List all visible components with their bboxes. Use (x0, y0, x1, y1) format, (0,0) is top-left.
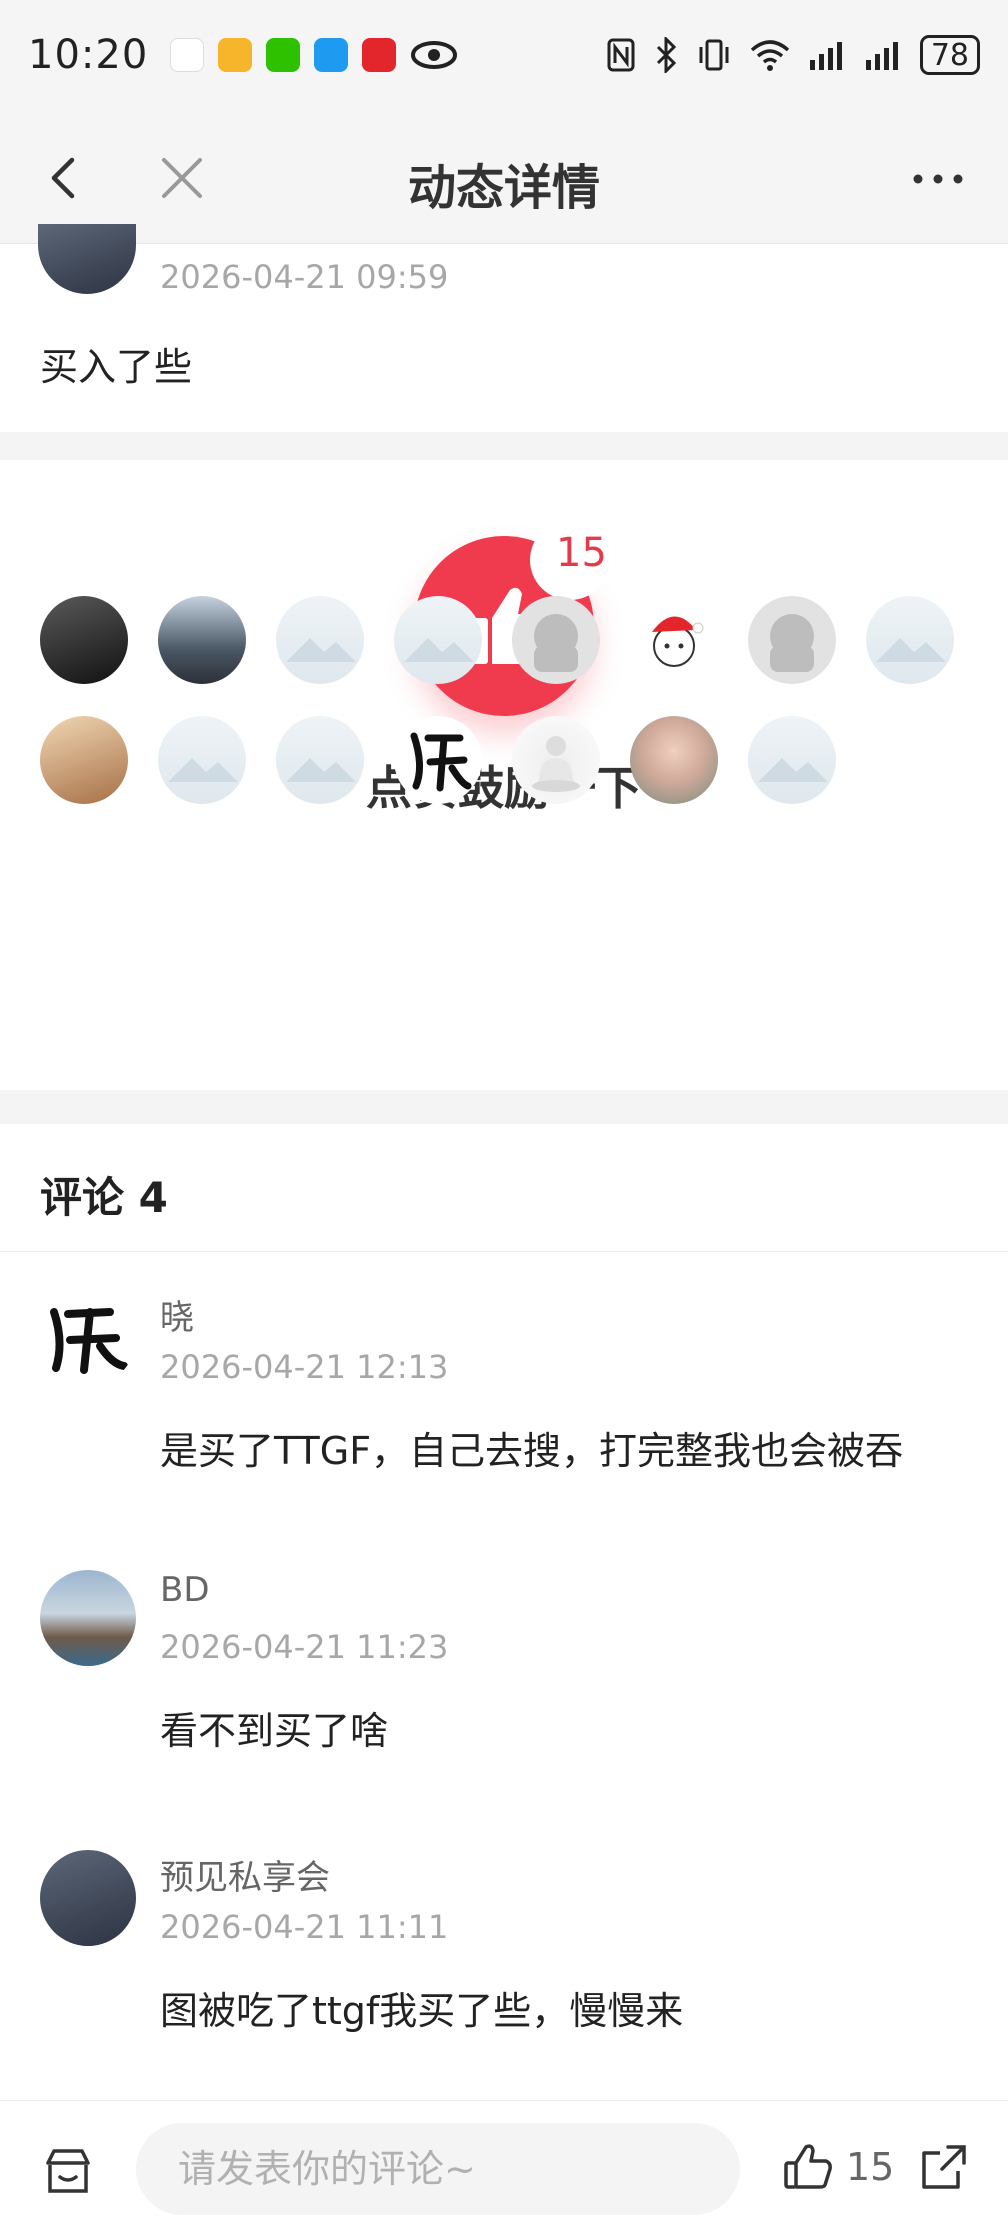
comment-author[interactable]: 晓 (160, 1290, 194, 1339)
page-title: 动态详情 (407, 160, 600, 216)
status-time: 10:20 (28, 32, 149, 78)
liker-avatar[interactable] (158, 716, 246, 804)
liker-avatar[interactable] (394, 716, 482, 804)
more-horizontal-icon[interactable] (908, 154, 968, 204)
store-icon[interactable] (40, 2143, 96, 2199)
liker-avatar[interactable] (394, 596, 482, 684)
section-divider (0, 432, 1008, 460)
wechat-app-icon (266, 38, 301, 72)
image-placeholder-icon (404, 638, 474, 662)
image-placeholder-icon (286, 638, 356, 662)
section-divider (0, 1090, 1008, 1124)
comments-title: 评论 4 (40, 1173, 168, 1222)
liker-avatar[interactable] (40, 596, 128, 684)
eye-icon (411, 41, 458, 69)
comment-author[interactable]: BD (160, 1570, 210, 1610)
like-count: 15 (846, 2145, 895, 2189)
liker-avatar[interactable] (276, 716, 364, 804)
default-avatar-icon (534, 614, 578, 672)
signal-icon (865, 42, 898, 70)
santa-avatar-icon (652, 616, 704, 667)
liker-avatar[interactable] (512, 716, 600, 804)
liker-avatar[interactable] (866, 596, 954, 684)
comments-header: 评论 4 (0, 1124, 1008, 1252)
avatar[interactable] (40, 1850, 136, 1946)
thumbs-up-icon[interactable] (782, 2141, 834, 2193)
comment-text: 是买了TTGF，自己去搜，打完整我也会被吞 (160, 1429, 904, 1473)
signal-icon (809, 42, 842, 70)
default-avatar-icon (770, 614, 814, 672)
image-placeholder-icon (758, 758, 828, 782)
status-bar: 10:20 78 (0, 0, 1008, 110)
post-card: 2026-04-21 09:59 买入了些 (0, 224, 1008, 432)
liker-avatar[interactable] (512, 596, 600, 684)
calligraphy-avatar-icon (410, 732, 472, 792)
audio-app-icon (170, 38, 205, 72)
post-time: 2026-04-21 09:59 (160, 258, 449, 296)
comment-author[interactable]: 预见私享会 (160, 1850, 330, 1899)
comment-time: 2026-04-21 12:13 (160, 1348, 449, 1386)
nav-bar: 动态详情 (0, 110, 1008, 244)
vibrate-icon (699, 39, 729, 71)
comment-item: BD 2026-04-21 11:23 看不到买了啥 (0, 1570, 1008, 1850)
comment-item: 晓 2026-04-21 12:13 是买了TTGF，自己去搜，打完整我也会被吞 (0, 1290, 1008, 1570)
like-section: 15 点赞鼓励一下 (0, 460, 1008, 1090)
comment-item: 预见私享会 2026-04-21 11:11 图被吃了ttgf我买了些，慢慢来 (0, 1850, 1008, 2130)
weibo-app-icon (218, 38, 253, 72)
avatar[interactable] (38, 224, 136, 294)
liker-avatar[interactable] (40, 716, 128, 804)
liker-avatar[interactable] (630, 596, 718, 684)
bottom-bar: 15 (0, 2100, 1008, 2232)
avatar[interactable] (40, 1290, 136, 1386)
battery-indicator: 78 (919, 35, 980, 75)
nfc-icon (607, 38, 635, 72)
comment-text: 看不到买了啥 (160, 1709, 389, 1753)
image-placeholder-icon (168, 758, 238, 782)
comment-time: 2026-04-21 11:11 (160, 1908, 449, 1946)
like-cta-label: 点赞鼓励一下 (366, 761, 642, 815)
comment-input[interactable] (136, 2123, 740, 2215)
like-count-badge: 15 (556, 530, 607, 576)
avatar[interactable] (40, 1570, 136, 1666)
meditating-figure-icon (532, 736, 580, 792)
calligraphy-avatar-icon (50, 1308, 128, 1374)
liker-avatar[interactable] (158, 596, 246, 684)
share-icon[interactable] (918, 2141, 970, 2193)
image-placeholder-icon (876, 638, 946, 662)
status-right: 78 (606, 35, 980, 75)
liker-avatar[interactable] (276, 596, 364, 684)
image-placeholder-icon (286, 758, 356, 782)
liker-avatar[interactable] (630, 716, 718, 804)
bluetooth-icon (656, 37, 676, 73)
post-text: 买入了些 (40, 345, 193, 389)
liker-avatar[interactable] (748, 716, 836, 804)
status-app-icons (170, 38, 458, 72)
liker-avatar[interactable] (748, 596, 836, 684)
comment-text: 图被吃了ttgf我买了些，慢慢来 (160, 1989, 684, 2033)
wifi-icon (750, 40, 789, 71)
news-app-icon (362, 38, 397, 72)
message-app-icon (314, 38, 349, 72)
comment-time: 2026-04-21 11:23 (160, 1628, 449, 1666)
